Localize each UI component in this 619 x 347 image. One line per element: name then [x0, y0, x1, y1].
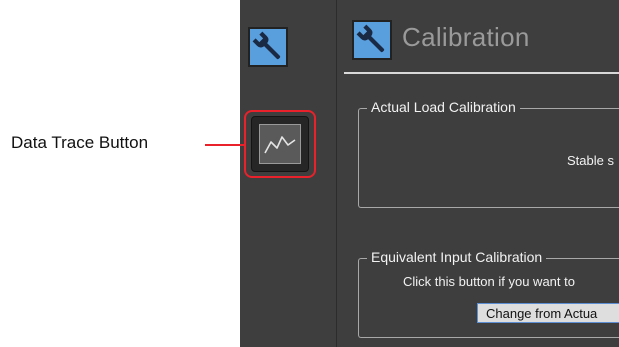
callout-label: Data Trace Button	[11, 133, 149, 152]
wrench-icon	[252, 31, 281, 60]
actual-load-calibration-group: Actual Load Calibration Stable s	[358, 99, 619, 208]
group-title: Actual Load Calibration	[367, 99, 520, 115]
callout-leader-line	[205, 144, 244, 146]
group-title: Equivalent Input Calibration	[367, 249, 547, 265]
header-calibration-icon-tile	[352, 20, 392, 60]
sidebar-divider	[336, 0, 337, 347]
stable-status-text: Stable s	[567, 153, 614, 168]
change-from-actual-button[interactable]: Change from Actua	[477, 303, 619, 323]
wrench-icon	[356, 24, 385, 53]
equivalent-input-calibration-group: Equivalent Input Calibration Click this …	[358, 249, 619, 338]
sidebar-calibration-button[interactable]	[248, 27, 288, 67]
data-trace-icon-frame	[259, 124, 301, 164]
title-underline	[344, 72, 619, 74]
page-title: Calibration	[402, 22, 530, 52]
data-trace-button[interactable]	[251, 116, 309, 172]
instruction-text: Click this button if you want to	[403, 274, 575, 289]
data-trace-waveform-icon	[264, 136, 296, 154]
